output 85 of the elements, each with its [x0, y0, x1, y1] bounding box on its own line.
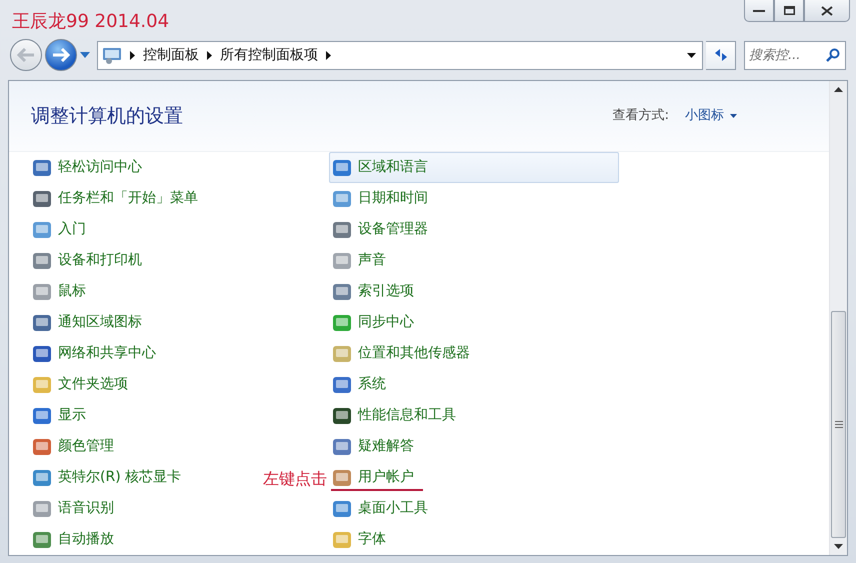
control-panel-link[interactable]: 用户帐户 — [329, 462, 417, 493]
scroll-thumb[interactable] — [831, 311, 846, 538]
control-panel-link[interactable]: 日期和时间 — [329, 183, 431, 214]
search-field[interactable]: 搜索控... — [744, 40, 846, 70]
control-panel-link[interactable]: 桌面小工具 — [329, 493, 431, 524]
applet-icon — [32, 406, 52, 426]
control-panel-link[interactable]: 语音识别 — [29, 493, 117, 524]
breadcrumb-arrow-icon[interactable] — [130, 50, 135, 60]
control-panel-link[interactable]: 颜色管理 — [29, 431, 117, 462]
applet-icon — [32, 530, 52, 550]
applet-icon — [332, 468, 352, 488]
control-panel-link[interactable]: 网络和共享中心 — [29, 338, 159, 369]
control-panel-link[interactable]: 性能信息和工具 — [329, 400, 459, 431]
forward-button[interactable] — [45, 39, 77, 71]
control-panel-link[interactable]: 设备管理器 — [329, 214, 431, 245]
forward-arrow-icon — [52, 48, 70, 62]
applet-icon — [32, 374, 52, 394]
view-mode-dropdown[interactable]: 小图标 — [685, 106, 737, 126]
control-panel-link[interactable]: 入门 — [29, 214, 89, 245]
grip-icon — [834, 421, 842, 428]
applet-icon — [332, 406, 352, 426]
control-panel-link[interactable]: 鼠标 — [29, 276, 89, 307]
applet-icon — [32, 250, 52, 270]
control-panel-link[interactable]: 英特尔(R) 核芯显卡 — [29, 462, 184, 493]
minimize-button[interactable] — [744, 0, 774, 22]
breadcrumb-arrow-icon[interactable] — [207, 50, 212, 60]
applet-icon — [332, 188, 352, 208]
close-button[interactable] — [804, 0, 850, 22]
applet-icon — [332, 436, 352, 456]
applet-icon — [332, 374, 352, 394]
minimize-icon — [753, 10, 765, 12]
search-icon[interactable] — [826, 48, 840, 62]
page-title: 调整计算机的设置 — [31, 104, 183, 129]
applet-icon — [332, 312, 352, 332]
refresh-button[interactable] — [706, 40, 736, 70]
control-panel-link[interactable]: 索引选项 — [329, 276, 417, 307]
refresh-icon — [712, 48, 728, 62]
applet-icon — [32, 220, 52, 240]
control-panel-link[interactable]: 区域和语言 — [329, 152, 619, 183]
control-panel-link[interactable]: 同步中心 — [329, 307, 417, 338]
history-caret-icon[interactable] — [80, 52, 90, 58]
breadcrumb-arrow-icon[interactable] — [326, 50, 331, 60]
applet-icon — [32, 344, 52, 364]
control-panel-link[interactable]: 疑难解答 — [329, 431, 417, 462]
applet-icon — [32, 498, 52, 518]
scroll-up-icon[interactable] — [834, 87, 843, 92]
scrollbar[interactable] — [829, 81, 847, 555]
control-panel-link[interactable]: 自动播放 — [29, 524, 117, 555]
close-icon — [821, 6, 833, 16]
applet-icon — [332, 282, 352, 302]
control-panel-link[interactable]: 字体 — [329, 524, 389, 555]
scroll-down-icon[interactable] — [834, 544, 843, 549]
dropdown-caret-icon[interactable] — [687, 52, 696, 58]
back-arrow-icon — [17, 48, 35, 62]
caret-icon — [730, 114, 737, 118]
maximize-button[interactable] — [774, 0, 804, 22]
applet-icon — [32, 436, 52, 456]
applet-icon — [332, 530, 352, 550]
applet-icon — [32, 312, 52, 332]
applet-icon — [332, 220, 352, 240]
control-panel-link[interactable]: 任务栏和「开始」菜单 — [29, 183, 201, 214]
view-by-label: 查看方式: — [612, 107, 669, 126]
address-bar[interactable]: 控制面板 所有控制面板项 — [97, 40, 703, 70]
control-panel-link[interactable]: 通知区域图标 — [29, 307, 145, 338]
control-panel-link[interactable]: 轻松访问中心 — [29, 152, 145, 183]
applet-icon — [32, 188, 52, 208]
annotation-text: 左键点击 — [263, 468, 327, 490]
applet-icon — [332, 158, 352, 178]
control-panel-link[interactable]: 声音 — [329, 245, 389, 276]
applet-icon — [32, 158, 52, 178]
breadcrumb-link[interactable]: 控制面板 — [143, 44, 199, 66]
control-panel-icon — [102, 46, 122, 64]
control-panel-link[interactable]: 设备和打印机 — [29, 245, 145, 276]
applet-icon — [32, 468, 52, 488]
applet-icon — [332, 250, 352, 270]
maximize-icon — [784, 6, 794, 15]
control-panel-link[interactable]: 文件夹选项 — [29, 369, 131, 400]
annotation-text: 王辰龙99 2014.04 — [12, 10, 170, 34]
applet-icon — [32, 282, 52, 302]
control-panel-link[interactable]: 显示 — [29, 400, 89, 431]
applet-icon — [332, 498, 352, 518]
control-panel-link[interactable]: 系统 — [329, 369, 389, 400]
applet-icon — [332, 344, 352, 364]
breadcrumb-link[interactable]: 所有控制面板项 — [220, 44, 318, 66]
control-panel-link[interactable]: 位置和其他传感器 — [329, 338, 473, 369]
